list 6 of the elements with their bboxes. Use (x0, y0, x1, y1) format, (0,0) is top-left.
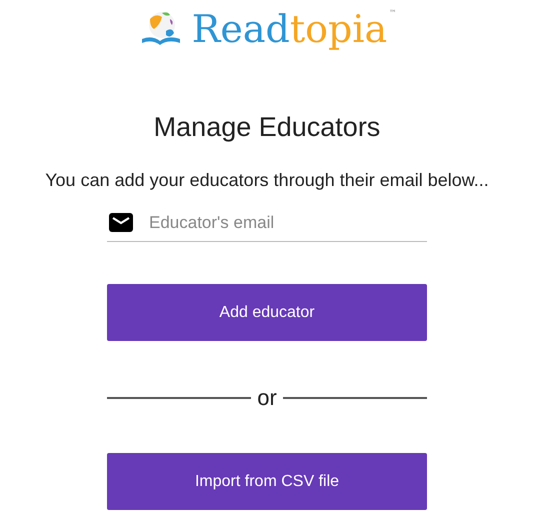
page-title: Manage Educators (154, 111, 380, 144)
mail-icon (109, 213, 133, 232)
instructions-text: You can add your educators through their email below... (45, 169, 489, 192)
add-educator-button[interactable]: Add educator (107, 284, 427, 341)
or-separator: or (257, 385, 277, 411)
import-csv-button[interactable]: Import from CSV file (107, 453, 427, 510)
